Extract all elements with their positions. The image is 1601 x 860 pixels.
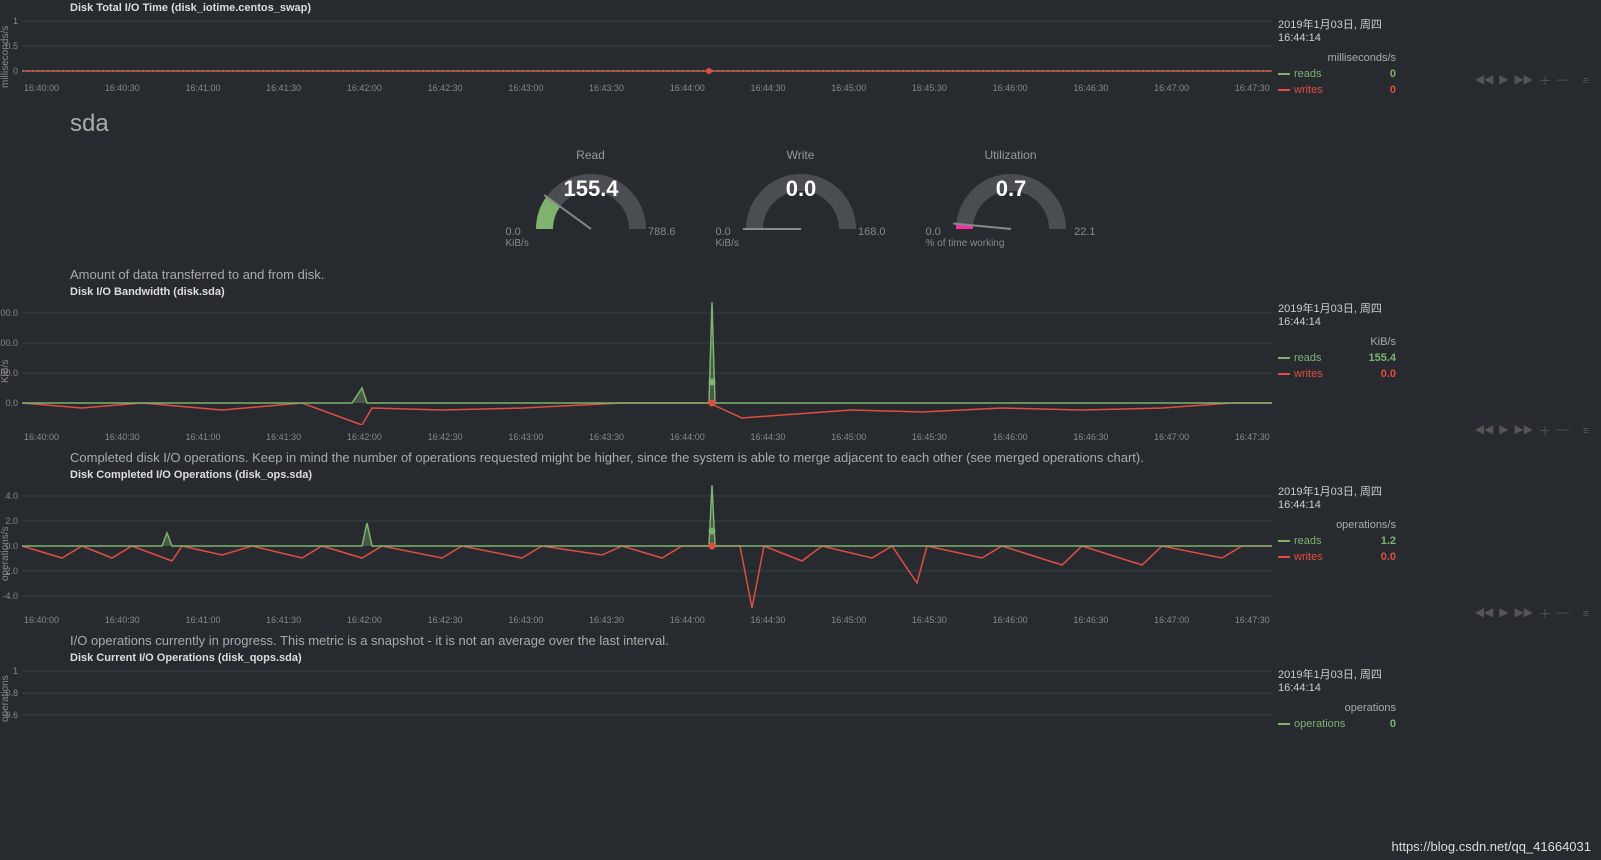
- panel-ops: Completed disk I/O operations. Keep in m…: [0, 450, 1601, 625]
- x-axis: 16:40:0016:40:3016:41:0016:41:3016:42:00…: [22, 83, 1272, 93]
- drag-handle-icon[interactable]: ≡: [1583, 75, 1589, 87]
- legend-swatch: [1278, 357, 1290, 359]
- chart-title: Disk Completed I/O Operations (disk_ops.…: [70, 469, 1601, 481]
- chart-legend: 2019年1月03日, 周四 16:44:14 KiB/s reads155.4…: [1272, 300, 1402, 442]
- chart-svg: [22, 16, 1272, 76]
- legend-item[interactable]: writes0: [1278, 82, 1396, 98]
- legend-item[interactable]: reads1.2: [1278, 533, 1396, 549]
- plus-icon[interactable]: ＋: [1539, 605, 1551, 622]
- gauge-read: Read 155.4 0.0788.6 KiB/s: [506, 148, 676, 249]
- chart-svg: [22, 666, 1272, 721]
- chart-svg: [22, 300, 1272, 425]
- legend-swatch: [1278, 540, 1290, 542]
- chart-legend: 2019年1月03日, 周四 16:44:14 operations/s rea…: [1272, 483, 1402, 625]
- plus-icon[interactable]: ＋: [1539, 422, 1551, 439]
- forward-icon[interactable]: ▶▶: [1515, 422, 1533, 439]
- drag-handle-icon[interactable]: ≡: [1583, 608, 1589, 620]
- legend-swatch: [1278, 73, 1290, 75]
- chart-plot-area[interactable]: 4.0 2.0 0.0 -2.0 -4.0 16:40:0016:40:3016…: [22, 483, 1272, 625]
- y-axis-label: milliseconds/s: [0, 16, 22, 98]
- plus-icon[interactable]: ＋: [1539, 72, 1551, 89]
- gauge-arc: 0.7: [926, 164, 1096, 234]
- legend-item[interactable]: reads0: [1278, 66, 1396, 82]
- chart-controls: ◀◀ ▶ ▶▶ ＋ —: [1475, 72, 1569, 89]
- rewind-icon[interactable]: ◀◀: [1475, 422, 1493, 439]
- legend-item[interactable]: operations0: [1278, 716, 1396, 732]
- gauge-write: Write 0.0 0.0168.0 KiB/s: [716, 148, 886, 249]
- rewind-icon[interactable]: ◀◀: [1475, 72, 1493, 89]
- svg-text:0.7: 0.7: [995, 176, 1026, 201]
- legend-item[interactable]: reads155.4: [1278, 350, 1396, 366]
- watermark-text: https://blog.csdn.net/qq_41664031: [1392, 839, 1592, 854]
- minus-icon[interactable]: —: [1557, 605, 1569, 622]
- chart-title: Disk Current I/O Operations (disk_qops.s…: [70, 652, 1601, 664]
- panel-qops: I/O operations currently in progress. Th…: [0, 633, 1601, 732]
- rewind-icon[interactable]: ◀◀: [1475, 605, 1493, 622]
- gauge-label: Read: [506, 148, 676, 162]
- x-axis: 16:40:0016:40:3016:41:0016:41:3016:42:00…: [22, 432, 1272, 442]
- legend-swatch: [1278, 373, 1290, 375]
- section-title: sda: [70, 110, 1601, 138]
- legend-item[interactable]: writes0.0: [1278, 549, 1396, 565]
- forward-icon[interactable]: ▶▶: [1515, 605, 1533, 622]
- chart-legend: 2019年1月03日, 周四 16:44:14 operations opera…: [1272, 666, 1402, 732]
- gauge-arc: 0.0: [716, 164, 886, 234]
- gauge-label: Utilization: [926, 148, 1096, 162]
- chart-description: I/O operations currently in progress. Th…: [70, 633, 1601, 648]
- play-icon[interactable]: ▶: [1499, 72, 1508, 89]
- chart-controls: ◀◀ ▶ ▶▶ ＋ —: [1475, 422, 1569, 439]
- drag-handle-icon[interactable]: ≡: [1583, 425, 1589, 437]
- chart-controls: ◀◀ ▶ ▶▶ ＋ —: [1475, 605, 1569, 622]
- y-axis-label: operations/s: [0, 483, 22, 625]
- chart-plot-area[interactable]: 1 0.8 0.6: [22, 666, 1272, 732]
- panel-bandwidth: Amount of data transferred to and from d…: [0, 267, 1601, 442]
- gauge-arc: 155.4: [506, 164, 676, 234]
- legend-swatch: [1278, 723, 1290, 725]
- forward-icon[interactable]: ▶▶: [1515, 72, 1533, 89]
- play-icon[interactable]: ▶: [1499, 422, 1508, 439]
- chart-legend: 2019年1月03日, 周四 16:44:14 milliseconds/s r…: [1272, 16, 1402, 98]
- gauge-row: Read 155.4 0.0788.6 KiB/s Write 0.0 0.01…: [0, 148, 1601, 249]
- minus-icon[interactable]: —: [1557, 72, 1569, 89]
- chart-plot-area[interactable]: 600.0 400.0 200.0 0.0 16:40:0016:40:3016…: [22, 300, 1272, 442]
- gauge-utilization: Utilization 0.7 0.022.1 % of time workin…: [926, 148, 1096, 249]
- x-axis: 16:40:0016:40:3016:41:0016:41:3016:42:00…: [22, 615, 1272, 625]
- play-icon[interactable]: ▶: [1499, 605, 1508, 622]
- legend-swatch: [1278, 556, 1290, 558]
- panel-iotime: Disk Total I/O Time (disk_iotime.centos_…: [0, 2, 1601, 98]
- chart-description: Completed disk I/O operations. Keep in m…: [70, 450, 1601, 465]
- gauge-label: Write: [716, 148, 886, 162]
- chart-svg: [22, 483, 1272, 608]
- chart-title: Disk Total I/O Time (disk_iotime.centos_…: [70, 2, 1601, 14]
- chart-title: Disk I/O Bandwidth (disk.sda): [70, 286, 1601, 298]
- chart-plot-area[interactable]: 1 0.5 0 16:40:0016:40:3016:41:0016:41:30…: [22, 16, 1272, 98]
- legend-swatch: [1278, 89, 1290, 91]
- svg-text:155.4: 155.4: [563, 176, 619, 201]
- chart-description: Amount of data transferred to and from d…: [70, 267, 1601, 282]
- svg-text:0.0: 0.0: [785, 176, 816, 201]
- legend-item[interactable]: writes0.0: [1278, 366, 1396, 382]
- minus-icon[interactable]: —: [1557, 422, 1569, 439]
